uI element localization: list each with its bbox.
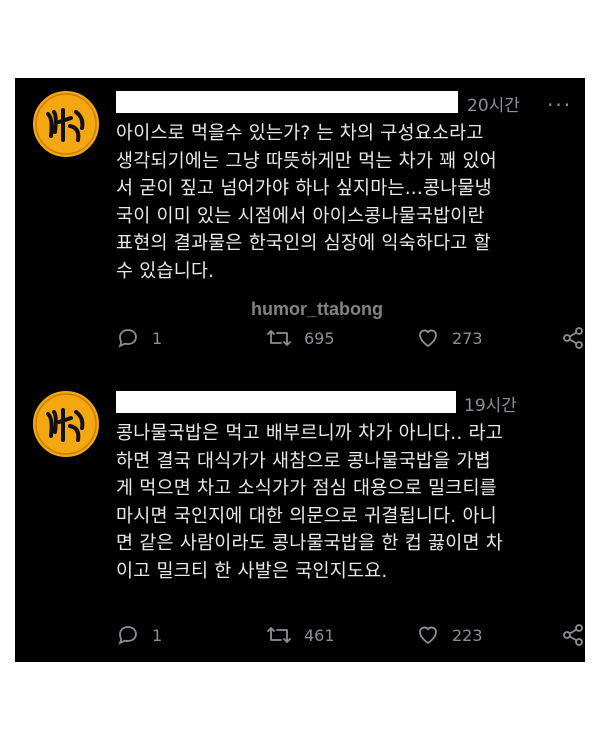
tweet-actions: 1 695 273 bbox=[116, 326, 585, 356]
tweet-1[interactable]: 20시간 ··· 아이스로 먹을수 있는가? 는 차의 구성요소라고 생각되기에… bbox=[15, 78, 585, 378]
retweet-button[interactable]: 695 bbox=[266, 326, 335, 350]
tweet-timestamp: 19시간 bbox=[464, 396, 517, 416]
retweet-icon bbox=[267, 330, 291, 346]
tweet-text: 아이스로 먹을수 있는가? 는 차의 구성요소라고 생각되기에는 그냥 따뜻하게… bbox=[116, 123, 497, 282]
share-button[interactable] bbox=[561, 623, 585, 647]
share-button[interactable] bbox=[561, 326, 585, 350]
reply-count: 1 bbox=[152, 328, 163, 348]
retweet-icon bbox=[267, 627, 291, 643]
redacted-username bbox=[116, 391, 456, 413]
heart-icon bbox=[419, 329, 437, 348]
like-count: 273 bbox=[452, 328, 483, 348]
reply-count: 1 bbox=[152, 625, 163, 645]
tweet-actions: 1 461 223 bbox=[116, 623, 585, 653]
share-icon bbox=[563, 327, 583, 349]
heart-icon bbox=[419, 626, 437, 645]
more-icon[interactable]: ··· bbox=[547, 95, 572, 115]
tweet-thread: 20시간 ··· 아이스로 먹을수 있는가? 는 차의 구성요소라고 생각되기에… bbox=[15, 78, 585, 662]
tweet-2[interactable]: 19시간 콩나물국밥은 먹고 배부르니까 차가 아니다.. 라고 하면 결국 대… bbox=[15, 378, 585, 662]
share-icon bbox=[563, 624, 583, 646]
retweet-count: 695 bbox=[304, 328, 335, 348]
reply-button[interactable]: 1 bbox=[116, 326, 162, 350]
like-button[interactable]: 223 bbox=[416, 623, 483, 647]
reply-button[interactable]: 1 bbox=[116, 623, 162, 647]
watermark: humor_ttabong bbox=[251, 299, 383, 319]
reply-icon bbox=[118, 626, 137, 645]
retweet-button[interactable]: 461 bbox=[266, 623, 335, 647]
like-count: 223 bbox=[452, 625, 483, 645]
avatar-image bbox=[31, 389, 101, 459]
tweet-text: 콩나물국밥은 먹고 배부르니까 차가 아니다.. 라고 하면 결국 대식가가 새… bbox=[116, 423, 503, 582]
retweet-count: 461 bbox=[304, 625, 335, 645]
avatar-image bbox=[31, 89, 101, 159]
redacted-username bbox=[116, 91, 458, 113]
avatar[interactable] bbox=[30, 88, 102, 160]
like-button[interactable]: 273 bbox=[416, 326, 483, 350]
tweet-timestamp: 20시간 bbox=[467, 96, 520, 116]
reply-icon bbox=[118, 329, 137, 348]
avatar[interactable] bbox=[30, 388, 102, 460]
